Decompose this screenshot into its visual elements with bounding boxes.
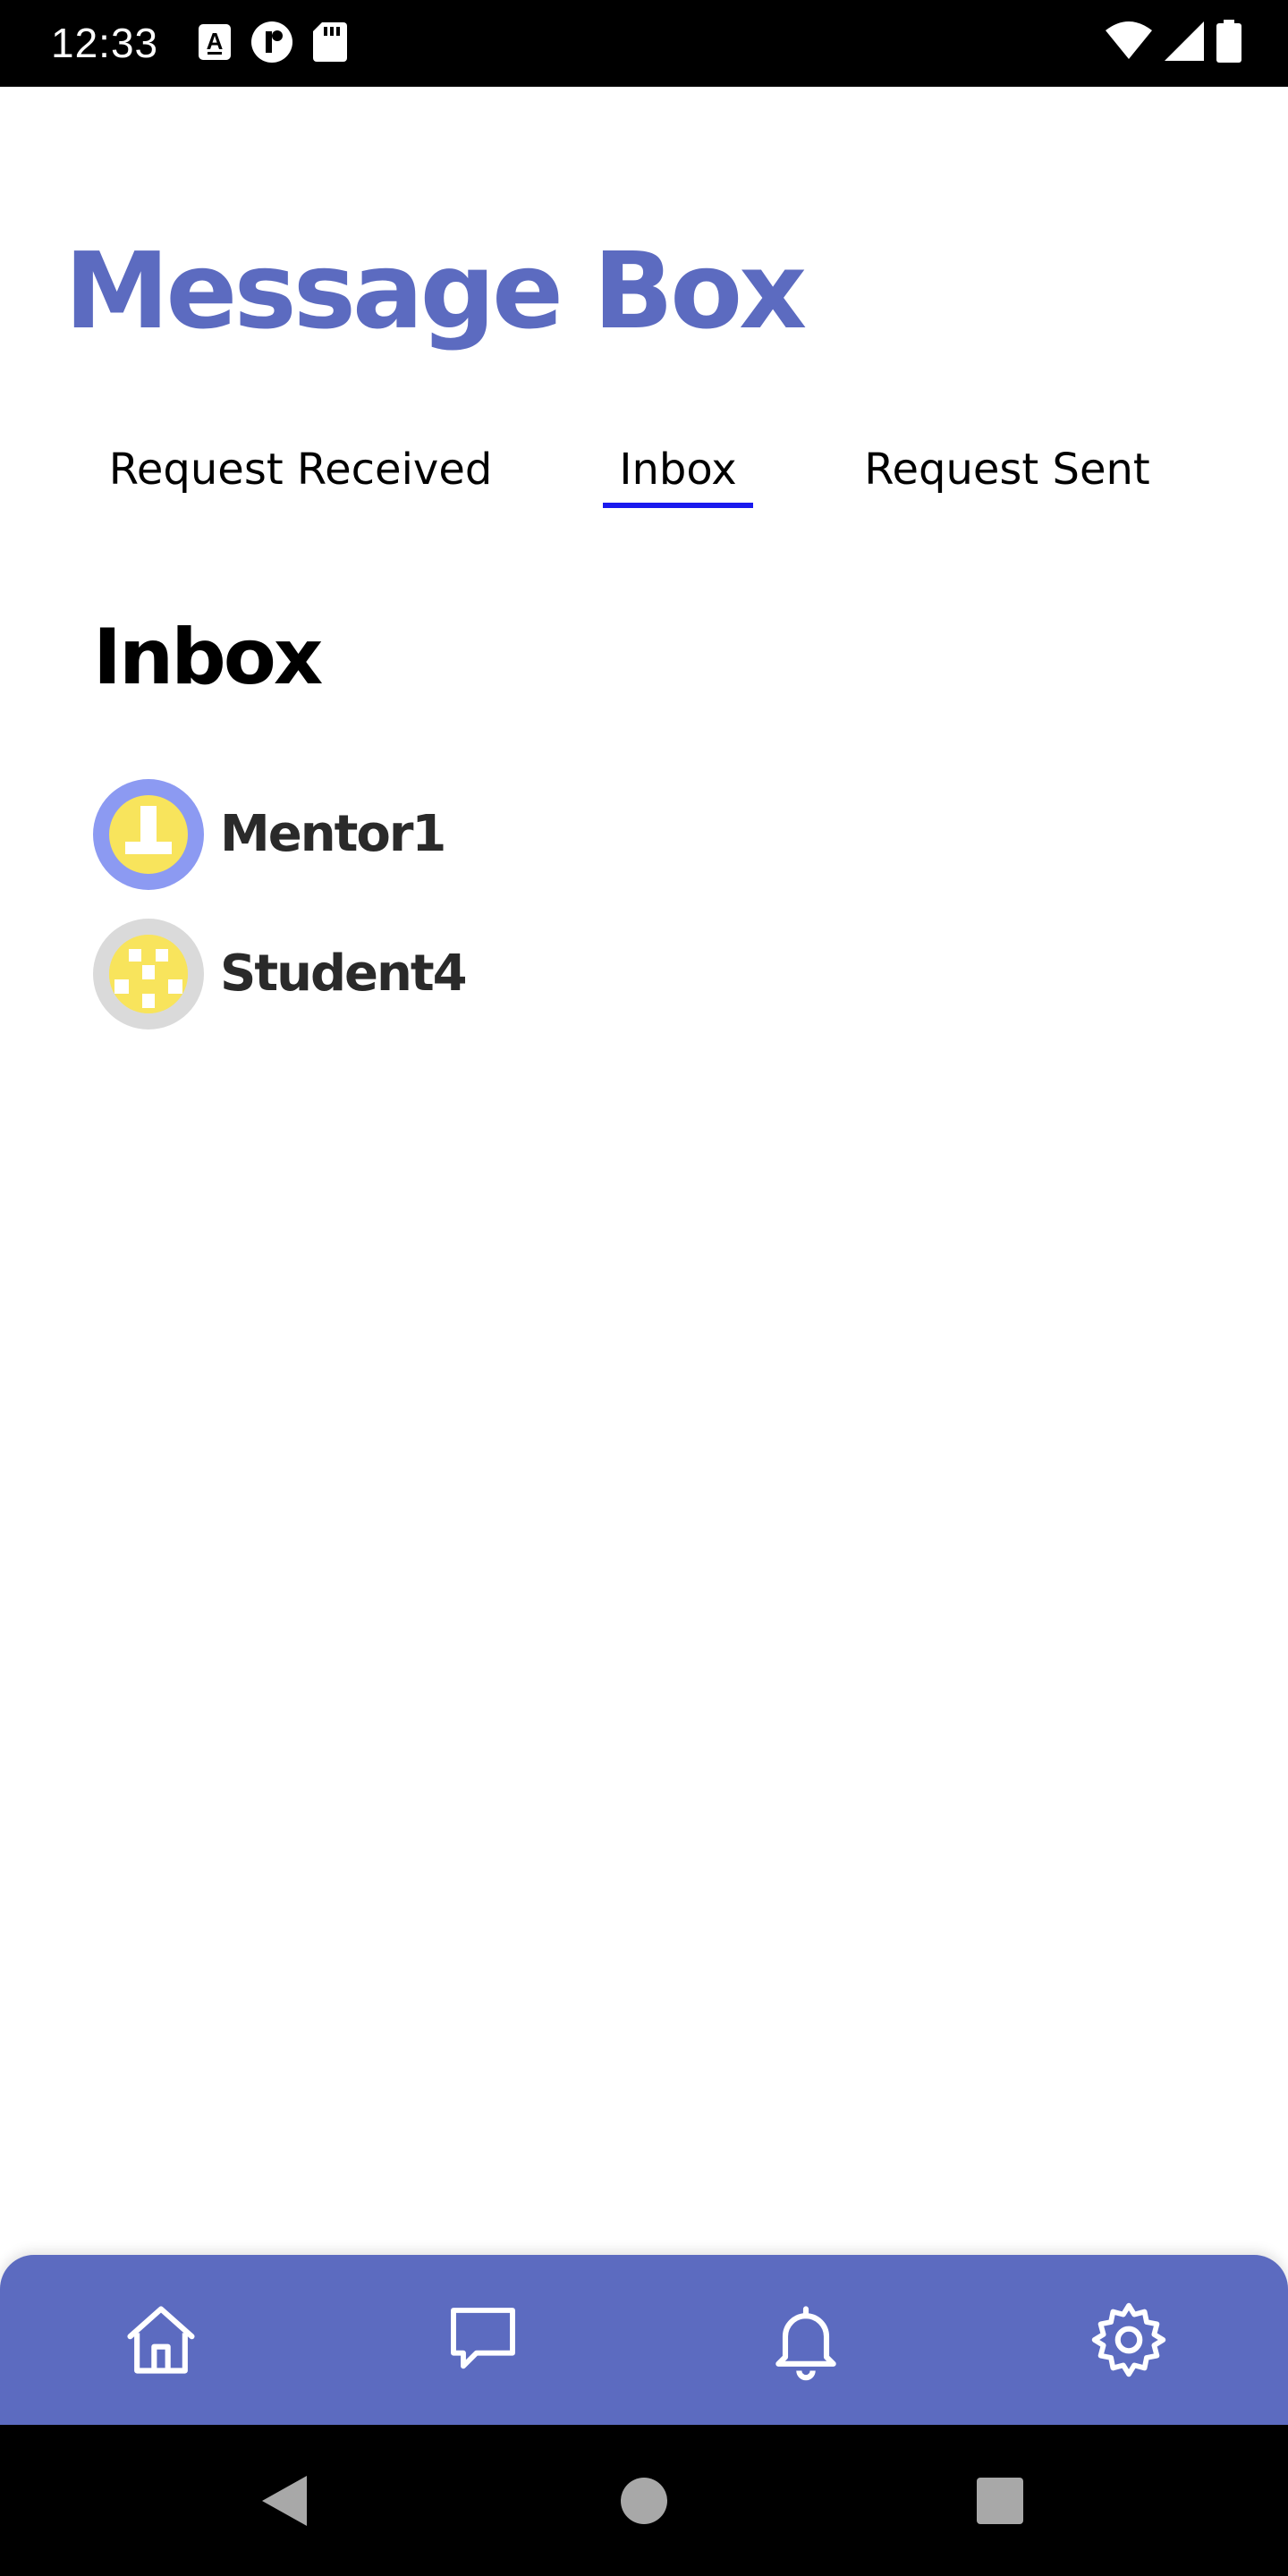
status-icons-right [1106, 19, 1241, 67]
list-item[interactable]: Mentor1 [93, 765, 1193, 904]
tab-bar: Request Received Inbox Request Sent [0, 429, 1288, 519]
system-back-button[interactable] [243, 2461, 324, 2541]
sd-card-icon [313, 21, 347, 66]
system-navigation-bar [0, 2425, 1288, 2576]
nav-messages-button[interactable] [438, 2295, 528, 2385]
contact-name: Mentor1 [220, 805, 446, 863]
home-circle-icon [621, 2478, 667, 2524]
home-icon [127, 2306, 195, 2374]
system-recents-button[interactable] [960, 2461, 1040, 2541]
svg-text:A: A [207, 28, 224, 55]
page-title: Message Box [64, 229, 807, 352]
status-icons-left: A [199, 21, 347, 66]
tab-inbox[interactable]: Inbox [603, 429, 753, 510]
status-bar: 12:33 A [0, 0, 1288, 87]
app-icon [250, 21, 293, 68]
keyboard-a-icon: A [199, 23, 231, 64]
recents-icon [977, 2478, 1023, 2524]
contact-name: Student4 [220, 945, 468, 1003]
settings-icon [1091, 2302, 1166, 2377]
list-item[interactable]: Student4 [93, 904, 1193, 1044]
identicon-icon [109, 935, 188, 1013]
chat-icon [451, 2308, 515, 2369]
bottom-navigation [0, 2255, 1288, 2425]
bell-icon [775, 2306, 836, 2381]
nav-notifications-button[interactable] [761, 2295, 851, 2385]
signal-icon [1165, 21, 1204, 65]
identicon-icon [125, 806, 172, 854]
back-icon [262, 2476, 307, 2526]
nav-settings-button[interactable] [1084, 2295, 1174, 2385]
tab-request-sent[interactable]: Request Sent [860, 429, 1154, 510]
nav-home-button[interactable] [116, 2295, 206, 2385]
battery-icon [1216, 19, 1241, 67]
avatar [93, 779, 204, 890]
status-time: 12:33 [51, 20, 159, 66]
system-home-button[interactable] [604, 2461, 684, 2541]
tab-request-received[interactable]: Request Received [106, 429, 496, 510]
wifi-icon [1106, 21, 1152, 65]
active-tab-indicator [603, 503, 753, 508]
inbox-heading: Inbox [93, 613, 323, 702]
avatar [93, 919, 204, 1030]
inbox-list: Mentor1 Student4 [93, 765, 1193, 1044]
